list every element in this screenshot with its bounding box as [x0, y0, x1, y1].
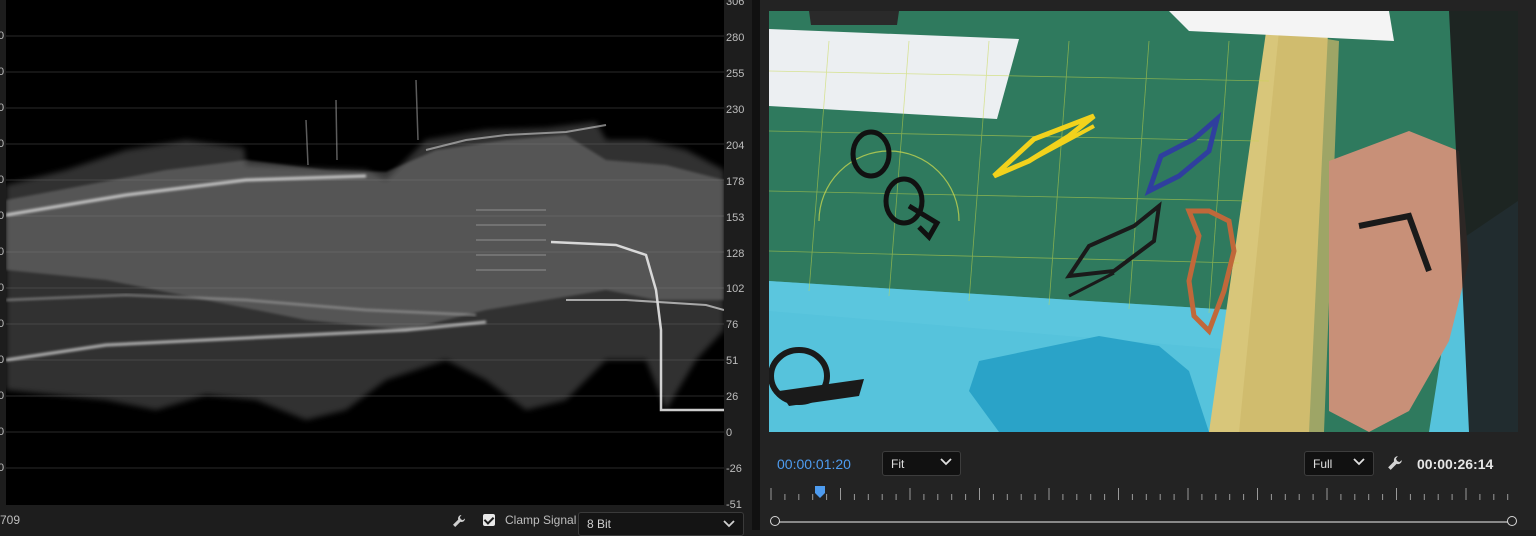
- colorspace-label: 709: [0, 513, 21, 527]
- scope-scale-right: 306 280 255 230 204 178 153 128 102 76 51 26 0 -26 -51: [726, 0, 752, 511]
- scope-scale-label-left: 0: [0, 390, 5, 402]
- scope-scale-label-left: 0: [0, 318, 5, 330]
- playhead-marker[interactable]: [815, 486, 825, 498]
- scope-scale-label: 128: [726, 247, 745, 260]
- scope-scale-label-left: 0: [0, 462, 5, 474]
- program-monitor-panel: 00:00:01:20 Fit Full 00:00:26:14: [760, 0, 1536, 530]
- scope-scale-label: -26: [726, 463, 742, 476]
- chevron-down-icon: [723, 520, 735, 528]
- scope-scale-label-left: 0: [0, 102, 5, 114]
- scope-scale-label: 102: [726, 283, 745, 296]
- zoom-level-dropdown[interactable]: Fit: [882, 451, 961, 476]
- scope-scale-label: 178: [726, 175, 745, 188]
- zoom-scrollbar-track[interactable]: [775, 521, 1513, 523]
- scope-scale-label-left: 0: [0, 30, 5, 42]
- scope-scale-label: 306: [726, 0, 745, 8]
- playback-resolution-dropdown[interactable]: Full: [1304, 451, 1374, 476]
- panel-divider[interactable]: [752, 0, 760, 530]
- scope-scale-label: 153: [726, 211, 745, 224]
- bit-depth-dropdown[interactable]: 8 Bit: [578, 512, 744, 536]
- chevron-down-icon: [940, 458, 952, 466]
- playback-resolution-value: Full: [1313, 457, 1333, 471]
- scope-scale-label-left: 0: [0, 138, 5, 150]
- scope-scale-label: 0: [726, 427, 733, 440]
- wrench-icon[interactable]: [452, 514, 466, 528]
- scope-scale-label: 26: [726, 391, 739, 404]
- wrench-icon[interactable]: [1387, 455, 1403, 471]
- scope-scale-label-left: 0: [0, 354, 5, 366]
- scope-scale-label-left: 0: [0, 426, 5, 438]
- scope-scale-label: 204: [726, 139, 745, 152]
- scope-scale-label: 76: [726, 319, 739, 332]
- scope-scale-label: 255: [726, 67, 745, 80]
- waveform-scope: [6, 0, 724, 505]
- lumetri-scopes-panel: 0 0 0 0 0 0 0 0 0 0 0 0 0 306 280 255 230 204 178 15…: [0, 0, 752, 536]
- bit-depth-value: 8 Bit: [587, 517, 612, 531]
- timeline-ruler[interactable]: [769, 486, 1518, 504]
- scope-scale-label-left: 0: [0, 210, 5, 222]
- paper-sheet: [769, 29, 1019, 119]
- scope-scale-label: 280: [726, 31, 745, 44]
- zoom-level-value: Fit: [891, 457, 905, 471]
- waveform-trace: [6, 79, 724, 420]
- scope-footer-bar: 709 Clamp Signal 8 Bit: [0, 508, 752, 536]
- video-preview: [769, 11, 1518, 432]
- scope-scale-label-left: 0: [0, 282, 5, 294]
- clamp-signal-checkbox[interactable]: [483, 514, 495, 526]
- scope-scale-label-left: 0: [0, 246, 5, 258]
- zoom-scrollbar-left-handle[interactable]: [770, 516, 780, 526]
- scope-scale-label-left: 0: [0, 66, 5, 78]
- scope-scale-label-left: 0: [0, 174, 5, 186]
- scope-scale-label: 230: [726, 103, 745, 116]
- zoom-scrollbar-right-handle[interactable]: [1507, 516, 1517, 526]
- chevron-down-icon: [1353, 458, 1365, 466]
- total-duration-timecode: 00:00:26:14: [1417, 456, 1494, 472]
- current-timecode[interactable]: 00:00:01:20: [777, 456, 851, 472]
- scope-scale-label: 51: [726, 355, 739, 368]
- clamp-signal-label: Clamp Signal: [505, 513, 577, 527]
